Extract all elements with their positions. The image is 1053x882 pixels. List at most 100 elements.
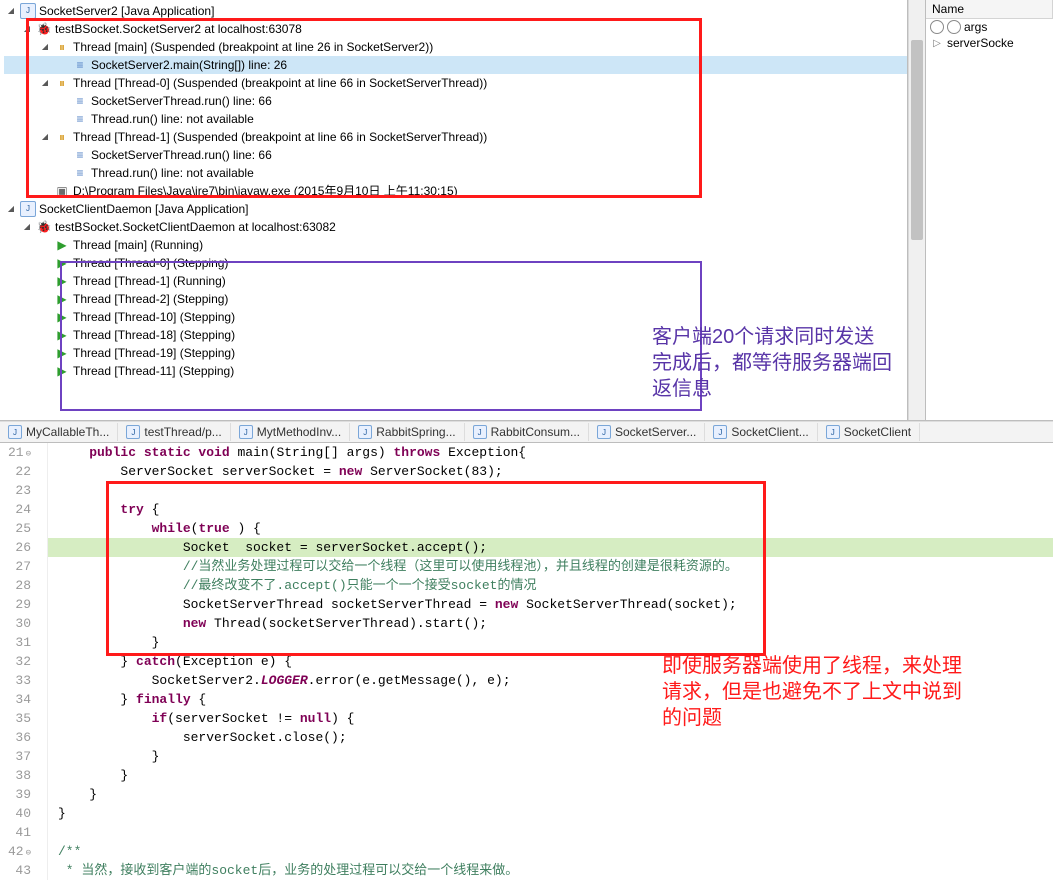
expand-caret-icon[interactable] [4, 202, 18, 216]
gutter-line[interactable]: 30 [0, 614, 35, 633]
code-line[interactable]: } [48, 804, 1053, 823]
editor-tab[interactable]: JSocketClient... [705, 423, 817, 441]
expand-caret-icon[interactable] [38, 328, 52, 342]
tree-row[interactable]: ▣D:\Program Files\Java\jre7\bin\javaw.ex… [4, 182, 907, 200]
gutter-line[interactable]: 24 [0, 500, 35, 519]
tree-row[interactable]: ≡Thread.run() line: not available [4, 110, 907, 128]
gutter-line[interactable]: 34 [0, 690, 35, 709]
expand-caret-icon[interactable] [20, 22, 34, 36]
java-file-icon: J [826, 425, 840, 439]
gutter-line[interactable]: 23 [0, 481, 35, 500]
ico-thread-run-icon: ▶ [54, 309, 70, 325]
expand-caret-icon[interactable] [38, 364, 52, 378]
gutter-line[interactable]: 21 [0, 443, 35, 462]
code-line[interactable] [48, 823, 1053, 842]
code-line[interactable]: try { [48, 500, 1053, 519]
code-line[interactable]: while(true ) { [48, 519, 1053, 538]
expand-caret-icon[interactable] [56, 94, 70, 108]
scrollbar-thumb[interactable] [911, 40, 923, 240]
editor-tab[interactable]: JMyCallableTh... [0, 423, 118, 441]
gutter-line[interactable]: 25 [0, 519, 35, 538]
code-line[interactable]: * 当然，接收到客户端的socket后，业务的处理过程可以交给一个线程来做。 [48, 861, 1053, 880]
tree-row[interactable]: ≡SocketServer2.main(String[]) line: 26 [4, 56, 907, 74]
gutter-line[interactable]: 22 [0, 462, 35, 481]
tree-row[interactable]: ⏸Thread [Thread-0] (Suspended (breakpoin… [4, 74, 907, 92]
tree-row[interactable]: JSocketClientDaemon [Java Application] [4, 200, 907, 218]
gutter-line[interactable]: 31 [0, 633, 35, 652]
expand-caret-icon[interactable] [56, 166, 70, 180]
code-line[interactable]: SocketServerThread socketServerThread = … [48, 595, 1053, 614]
variable-row[interactable]: ▷serverSocke [926, 35, 1053, 51]
editor-tab[interactable]: JSocketServer... [589, 423, 705, 441]
code-line[interactable]: ServerSocket serverSocket = new ServerSo… [48, 462, 1053, 481]
editor-tab[interactable]: JMytMethodInv... [231, 423, 350, 441]
tree-row[interactable]: 🐞testBSocket.SocketServer2 at localhost:… [4, 20, 907, 38]
gutter-line[interactable]: 42 [0, 842, 35, 861]
gutter-line[interactable]: 40 [0, 804, 35, 823]
code-line[interactable]: //当然业务处理过程可以交给一个线程（这里可以使用线程池），并且线程的创建是很耗… [48, 557, 1053, 576]
tree-row[interactable]: 🐞testBSocket.SocketClientDaemon at local… [4, 218, 907, 236]
tree-row[interactable]: ≡SocketServerThread.run() line: 66 [4, 146, 907, 164]
variables-col-name[interactable]: Name [926, 0, 1053, 18]
gutter-line[interactable]: 39 [0, 785, 35, 804]
tree-row[interactable]: ▶Thread [Thread-2] (Stepping) [4, 290, 907, 308]
code-editor: 2122232425262728293031323334353637383940… [0, 443, 1053, 880]
tree-row[interactable]: ▶Thread [Thread-0] (Stepping) [4, 254, 907, 272]
expand-caret-icon[interactable] [38, 274, 52, 288]
gutter[interactable]: 2122232425262728293031323334353637383940… [0, 443, 48, 880]
expand-caret-icon[interactable] [38, 256, 52, 270]
code-line[interactable]: /** [48, 842, 1053, 861]
tree-row[interactable]: ⏸Thread [main] (Suspended (breakpoint at… [4, 38, 907, 56]
expand-caret-icon[interactable] [38, 310, 52, 324]
editor-tab[interactable]: JtestThread/p... [118, 423, 230, 441]
expand-caret-icon[interactable] [38, 76, 52, 90]
gutter-line[interactable]: 36 [0, 728, 35, 747]
editor-tab[interactable]: JRabbitSpring... [350, 423, 464, 441]
expand-caret-icon[interactable] [38, 40, 52, 54]
gutter-line[interactable]: 37 [0, 747, 35, 766]
code-line[interactable]: Socket socket = serverSocket.accept(); [48, 538, 1053, 557]
expand-caret-icon[interactable] [38, 130, 52, 144]
tree-row[interactable]: ≡SocketServerThread.run() line: 66 [4, 92, 907, 110]
expand-caret-icon[interactable] [38, 292, 52, 306]
variable-row[interactable]: args [926, 19, 1053, 35]
tree-row[interactable]: ≡Thread.run() line: not available [4, 164, 907, 182]
gutter-line[interactable]: 41 [0, 823, 35, 842]
java-file-icon: J [126, 425, 140, 439]
tree-row[interactable]: ▶Thread [Thread-1] (Running) [4, 272, 907, 290]
gutter-line[interactable]: 27 [0, 557, 35, 576]
code-line[interactable]: } [48, 747, 1053, 766]
code-line[interactable]: public static void main(String[] args) t… [48, 443, 1053, 462]
vertical-scrollbar[interactable] [908, 0, 925, 420]
editor-tab[interactable]: JRabbitConsum... [465, 423, 589, 441]
gutter-line[interactable]: 35 [0, 709, 35, 728]
expand-caret-icon[interactable] [38, 184, 52, 198]
expand-caret-icon[interactable] [38, 238, 52, 252]
code-line[interactable]: } [48, 785, 1053, 804]
ico-bug-icon: 🐞 [36, 21, 52, 37]
gutter-line[interactable]: 38 [0, 766, 35, 785]
gutter-line[interactable]: 28 [0, 576, 35, 595]
expand-caret-icon[interactable] [56, 58, 70, 72]
code-line[interactable]: } [48, 766, 1053, 785]
expand-caret-icon[interactable] [56, 112, 70, 126]
code-line[interactable]: //最终改变不了.accept()只能一个一个接受socket的情况 [48, 576, 1053, 595]
code-line[interactable] [48, 481, 1053, 500]
gutter-line[interactable]: 43 [0, 861, 35, 880]
code-area[interactable]: 即使服务器端使用了线程，来处理请求，但是也避免不了上文中说到的问题 public… [48, 443, 1053, 880]
code-line[interactable]: new Thread(socketServerThread).start(); [48, 614, 1053, 633]
gutter-line[interactable]: 29 [0, 595, 35, 614]
gutter-line[interactable]: 26 [0, 538, 35, 557]
code-line[interactable]: } [48, 633, 1053, 652]
expand-caret-icon[interactable] [4, 4, 18, 18]
editor-tabs[interactable]: JMyCallableTh...JtestThread/p...JMytMeth… [0, 421, 1053, 443]
expand-caret-icon[interactable] [56, 148, 70, 162]
expand-caret-icon[interactable] [20, 220, 34, 234]
expand-caret-icon[interactable] [38, 346, 52, 360]
gutter-line[interactable]: 32 [0, 652, 35, 671]
editor-tab[interactable]: JSocketClient [818, 423, 920, 441]
tree-row[interactable]: ⏸Thread [Thread-1] (Suspended (breakpoin… [4, 128, 907, 146]
tree-row[interactable]: JSocketServer2 [Java Application] [4, 2, 907, 20]
tree-row[interactable]: ▶Thread [main] (Running) [4, 236, 907, 254]
gutter-line[interactable]: 33 [0, 671, 35, 690]
